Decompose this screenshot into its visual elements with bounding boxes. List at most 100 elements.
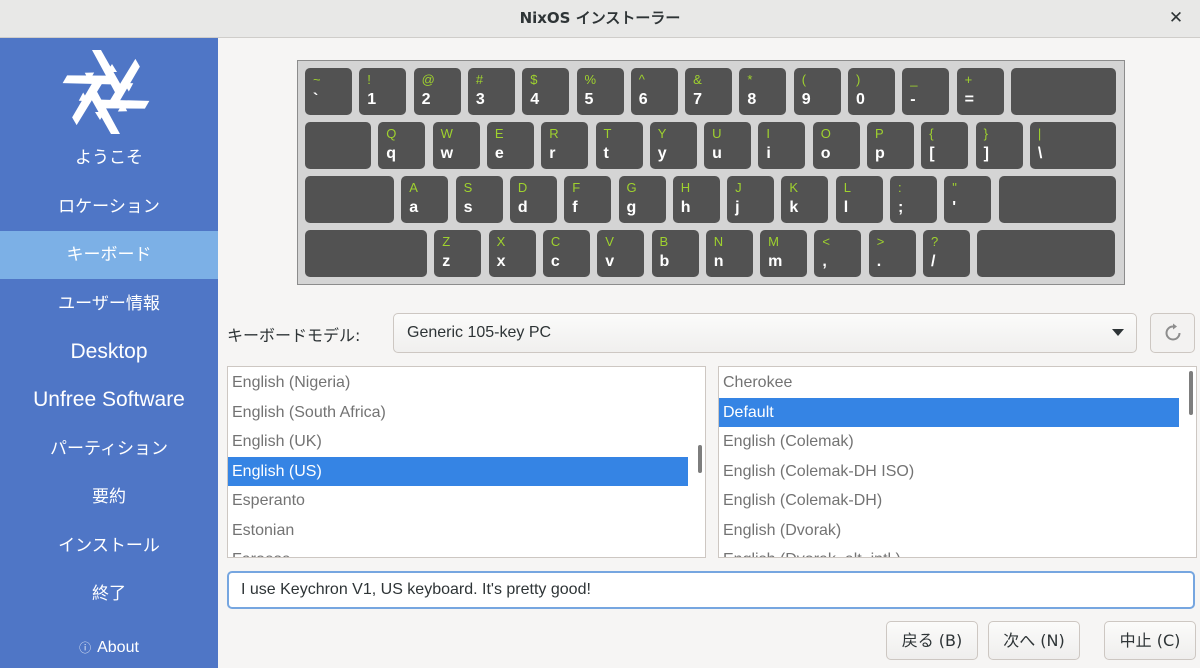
key-lower-label: 4 bbox=[530, 91, 540, 108]
sidebar-item-install[interactable]: インストール bbox=[0, 522, 218, 570]
layout-list-item[interactable]: English (South Africa) bbox=[228, 398, 688, 427]
key-lower-label: t bbox=[603, 145, 609, 162]
keyboard-key: (9 bbox=[793, 68, 841, 115]
key-upper-label: | bbox=[1037, 126, 1042, 141]
key-lower-label: 6 bbox=[638, 91, 648, 108]
key-lower-label: s bbox=[463, 199, 473, 216]
key-lower-label: \ bbox=[1037, 145, 1043, 162]
keyboard-key: Ff bbox=[564, 176, 612, 223]
cancel-button[interactable]: 中止 (C) bbox=[1104, 621, 1196, 660]
close-icon[interactable]: ✕ bbox=[1166, 8, 1186, 28]
layout-list-item[interactable]: Esperanto bbox=[228, 486, 688, 515]
reset-model-button[interactable] bbox=[1150, 313, 1195, 353]
key-lower-label: q bbox=[386, 145, 397, 162]
layout-list-item[interactable]: English (UK) bbox=[228, 427, 688, 456]
variant-list-item[interactable]: English (Colemak) bbox=[719, 427, 1179, 456]
key-lower-label: n bbox=[713, 253, 724, 270]
variant-list-item[interactable]: English (Colemak-DH) bbox=[719, 486, 1179, 515]
key-upper-label: N bbox=[713, 234, 724, 249]
dropdown-arrow-icon bbox=[1112, 329, 1124, 336]
key-upper-label: G bbox=[626, 180, 637, 195]
key-lower-label: x bbox=[496, 253, 506, 270]
key-lower-label: , bbox=[822, 253, 827, 270]
sidebar-item-keyboard[interactable]: キーボード bbox=[0, 231, 218, 279]
key-lower-label: ; bbox=[898, 199, 904, 216]
back-button[interactable]: 戻る (B) bbox=[886, 621, 978, 660]
keyboard-key: Ii bbox=[758, 122, 806, 169]
key-lower-label: i bbox=[766, 145, 771, 162]
key-lower-label: 9 bbox=[801, 91, 811, 108]
sidebar-item-desktop[interactable]: Desktop bbox=[0, 328, 218, 376]
keyboard-key: Cc bbox=[542, 230, 590, 277]
key-upper-label: < bbox=[822, 234, 830, 249]
key-upper-label: + bbox=[964, 72, 973, 87]
key-lower-label: u bbox=[712, 145, 722, 162]
variant-list-item[interactable]: English (Dvorak) bbox=[719, 516, 1179, 545]
keyboard-key: Gg bbox=[618, 176, 666, 223]
key-upper-label: ( bbox=[801, 72, 807, 87]
sidebar: ようこそ ロケーション キーボード ユーザー情報 Desktop Unfree Softw… bbox=[0, 38, 218, 668]
reset-icon bbox=[1165, 323, 1181, 341]
sidebar-item-unfree-software[interactable]: Unfree Software bbox=[0, 376, 218, 424]
variant-list-scrollbar[interactable] bbox=[1189, 371, 1193, 415]
variant-list-item[interactable]: Cherokee bbox=[719, 368, 1179, 397]
keyboard-key bbox=[1010, 68, 1116, 115]
variant-list-item[interactable]: English (Colemak-DH ISO) bbox=[719, 457, 1179, 486]
keyboard-model-dropdown[interactable]: Generic 105-key PC bbox=[393, 313, 1137, 353]
sidebar-item-partitions[interactable]: パーティション bbox=[0, 425, 218, 473]
about-label: About bbox=[97, 639, 139, 656]
key-upper-label: P bbox=[875, 126, 884, 141]
sidebar-item-finish[interactable]: 終了 bbox=[0, 570, 218, 618]
key-lower-label: e bbox=[494, 145, 504, 162]
sidebar-item-summary[interactable]: 要約 bbox=[0, 473, 218, 521]
key-upper-label: $ bbox=[530, 72, 538, 87]
variant-list[interactable]: English (Dvorak, alt. intl.)English (Dvo… bbox=[718, 366, 1197, 558]
keyboard-key: ! 1 bbox=[359, 68, 407, 115]
key-upper-label: T bbox=[603, 126, 612, 141]
keyboard-test-input[interactable] bbox=[227, 571, 1195, 609]
key-lower-label: ` bbox=[313, 91, 319, 108]
keyboard-key: Pp bbox=[867, 122, 914, 169]
keyboard-key: Rr bbox=[541, 122, 589, 169]
keyboard-key: Vv bbox=[597, 230, 645, 277]
key-upper-label: Z bbox=[442, 234, 451, 249]
next-button[interactable]: 次へ (N) bbox=[988, 621, 1080, 660]
key-upper-label: C bbox=[550, 234, 561, 249]
key-lower-label: g bbox=[626, 199, 637, 216]
key-upper-label: D bbox=[517, 180, 528, 195]
key-upper-label: Y bbox=[657, 126, 667, 141]
keyboard-key bbox=[998, 176, 1116, 223]
key-upper-label: L bbox=[843, 180, 851, 195]
key-lower-label: y bbox=[657, 145, 667, 162]
layout-list-item[interactable]: English (US) bbox=[228, 456, 688, 486]
sidebar-item-location[interactable]: ロケーション bbox=[0, 183, 218, 231]
layout-list-item[interactable]: Estonian bbox=[228, 516, 688, 545]
variant-list-item[interactable]: Default bbox=[719, 397, 1179, 427]
variant-list-item[interactable]: English (Dvorak, alt. intl.) bbox=[719, 545, 1179, 557]
layout-list-scrollbar[interactable] bbox=[698, 445, 702, 473]
key-upper-label: O bbox=[820, 126, 831, 141]
keyboard-key: :; bbox=[890, 176, 937, 223]
window-title: NixOS インストーラー bbox=[519, 9, 681, 27]
keyboard-key: Zz bbox=[434, 230, 482, 277]
keyboard-key: Yy bbox=[649, 122, 697, 169]
key-upper-label: * bbox=[747, 72, 753, 87]
layout-list-item[interactable]: English (Nigeria) bbox=[228, 368, 688, 397]
about-button[interactable]: ⓘ About bbox=[0, 634, 218, 662]
sidebar-item-welcome[interactable]: ようこそ bbox=[0, 134, 218, 182]
key-lower-label: z bbox=[442, 253, 451, 270]
key-lower-label: - bbox=[910, 91, 916, 108]
key-upper-label: H bbox=[680, 180, 691, 195]
layout-list[interactable]: FaroeseEstonianEsperantoEnglish (US)Engl… bbox=[227, 366, 706, 558]
key-lower-label: 3 bbox=[475, 91, 485, 108]
keyboard-key: Bb bbox=[651, 230, 699, 277]
sidebar-item-users[interactable]: ユーザー情報 bbox=[0, 280, 218, 328]
key-upper-label: A bbox=[409, 180, 418, 195]
keyboard-model-value: Generic 105-key PC bbox=[407, 324, 552, 341]
key-lower-label: 0 bbox=[856, 91, 865, 108]
key-upper-label: _ bbox=[910, 72, 918, 87]
key-upper-label: # bbox=[475, 72, 484, 87]
key-lower-label: [ bbox=[929, 145, 935, 162]
layout-list-item[interactable]: Faroese bbox=[228, 545, 688, 557]
key-upper-label: I bbox=[766, 126, 771, 141]
